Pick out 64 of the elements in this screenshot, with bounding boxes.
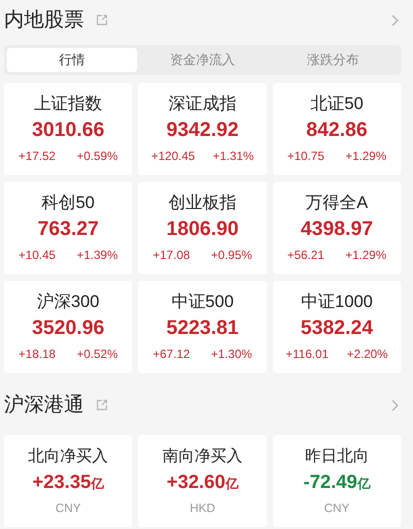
flow-card[interactable]: 昨日北向 -72.49亿 CNY xyxy=(272,435,401,527)
currency-label: HKD xyxy=(190,500,216,516)
index-name: 中证1000 xyxy=(300,291,373,313)
change-value: +67.12 xyxy=(152,346,190,363)
change-value: +116.01 xyxy=(286,346,329,363)
change-value: +17.52 xyxy=(18,148,56,165)
index-name: 科创50 xyxy=(42,192,95,214)
index-value: 4398.97 xyxy=(300,217,373,242)
flow-name: 南向净买入 xyxy=(162,446,242,466)
index-value: 763.27 xyxy=(38,217,99,242)
change-percent: +2.20% xyxy=(346,346,388,363)
chevron-right-icon[interactable] xyxy=(391,14,399,26)
index-value: 842.86 xyxy=(306,118,368,143)
change-percent: +0.95% xyxy=(211,247,252,264)
index-value: 3520.96 xyxy=(32,316,104,341)
chevron-right-icon[interactable] xyxy=(391,398,399,412)
change-value: +10.45 xyxy=(18,247,56,264)
flow-card[interactable]: 北向净买入 +23.35亿 CNY xyxy=(4,435,132,527)
index-value: 5223.81 xyxy=(166,316,239,341)
change-value: +18.18 xyxy=(18,346,56,363)
index-name: 沪深300 xyxy=(36,291,100,313)
index-name: 北证50 xyxy=(310,93,364,115)
share-icon[interactable] xyxy=(96,14,108,26)
currency-label: CNY xyxy=(55,500,81,516)
index-card[interactable]: 中证500 5223.81 +67.12 +1.30% xyxy=(138,281,267,373)
flow-value: +23.35亿 xyxy=(32,470,104,494)
index-card[interactable]: 创业板指 1806.90 +17.08 +0.95% xyxy=(138,182,267,274)
tab[interactable]: 行情 xyxy=(7,48,138,72)
change-value: +17.08 xyxy=(152,247,190,264)
change-percent: +1.29% xyxy=(345,247,386,264)
section-title: 内地股票 xyxy=(4,10,84,30)
index-card[interactable]: 中证1000 5382.24 +116.01 +2.20% xyxy=(272,281,401,373)
flow-value: +32.60亿 xyxy=(166,470,238,494)
index-card[interactable]: 万得全A 4398.97 +56.21 +1.29% xyxy=(272,182,401,274)
change-value: +10.75 xyxy=(287,148,324,165)
index-card[interactable]: 深证成指 9342.92 +120.45 +1.31% xyxy=(138,83,267,175)
change-percent: +1.29% xyxy=(345,148,386,165)
index-name: 创业板指 xyxy=(168,192,236,214)
index-value: 3010.66 xyxy=(32,118,104,143)
flow-card[interactable]: 南向净买入 +32.60亿 HKD xyxy=(138,435,267,527)
flow-value: -72.49亿 xyxy=(303,470,370,494)
index-name: 万得全A xyxy=(306,192,368,214)
change-percent: +1.39% xyxy=(76,247,118,264)
index-name: 上证指数 xyxy=(34,93,102,115)
share-icon[interactable] xyxy=(96,399,108,411)
index-value: 9342.92 xyxy=(166,118,239,143)
flow-name: 北向净买入 xyxy=(28,446,108,466)
change-percent: +1.31% xyxy=(212,148,254,165)
change-percent: +0.59% xyxy=(76,148,118,165)
index-name: 深证成指 xyxy=(168,93,236,115)
index-card[interactable]: 北证50 842.86 +10.75 +1.29% xyxy=(272,83,401,175)
change-value: +120.45 xyxy=(151,148,195,165)
index-card[interactable]: 沪深300 3520.96 +18.18 +0.52% xyxy=(4,281,132,373)
index-card[interactable]: 上证指数 3010.66 +17.52 +0.59% xyxy=(4,83,132,175)
flow-name: 昨日北向 xyxy=(304,446,369,466)
section-title: 沪深港通 xyxy=(4,395,84,415)
change-percent: +1.30% xyxy=(211,346,252,363)
index-value: 5382.24 xyxy=(300,316,373,341)
index-card[interactable]: 科创50 763.27 +10.45 +1.39% xyxy=(4,182,132,274)
currency-label: CNY xyxy=(324,500,350,516)
change-percent: +0.52% xyxy=(76,346,118,363)
change-value: +56.21 xyxy=(287,247,324,264)
index-name: 中证500 xyxy=(171,291,234,313)
index-value: 1806.90 xyxy=(166,217,239,242)
